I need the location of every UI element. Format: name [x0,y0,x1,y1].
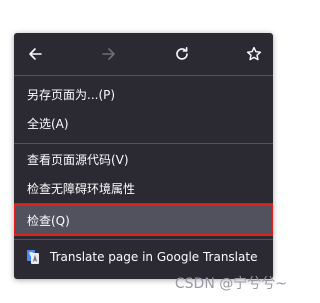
menu-item-label: 检查(Q) [27,213,70,228]
navigation-row [14,33,273,75]
menu-item-save-page-as[interactable]: 另存页面为...(P) [14,80,273,108]
menu-item-google-translate[interactable]: Translate page in Google Translate [14,243,273,271]
google-translate-icon [27,250,39,264]
separator [14,239,273,240]
page: 另存页面为...(P) 全选(A) 查看页面源代码(V) 检查无障碍环境属性 检… [0,0,295,303]
menu-item-inspect-accessibility[interactable]: 检查无障碍环境属性 [14,174,273,202]
arrow-left-icon [29,48,42,60]
reload-icon [176,47,188,60]
watermark: CSDN @宁兮兮~ [174,276,287,292]
back-button[interactable] [22,41,48,67]
menu-item-label: 另存页面为...(P) [27,87,116,102]
star-icon [246,46,262,61]
bookmark-button[interactable] [241,41,267,67]
menu-item-select-all[interactable]: 全选(A) [14,109,273,137]
menu-item-label: 查看页面源代码(V) [27,152,129,167]
separator [14,75,273,76]
separator [14,203,273,204]
menu-item-label: 全选(A) [27,116,69,131]
menu-item-label: Translate page in Google Translate [50,250,258,264]
reload-button[interactable] [169,41,195,67]
menu-item-inspect[interactable]: 检查(Q) [14,204,273,236]
context-menu: 另存页面为...(P) 全选(A) 查看页面源代码(V) 检查无障碍环境属性 检… [14,33,273,279]
separator [14,143,273,144]
menu-item-view-source[interactable]: 查看页面源代码(V) [14,145,273,173]
arrow-right-icon [102,48,115,60]
menu-item-label: 检查无障碍环境属性 [27,181,136,196]
forward-button[interactable] [96,41,122,67]
